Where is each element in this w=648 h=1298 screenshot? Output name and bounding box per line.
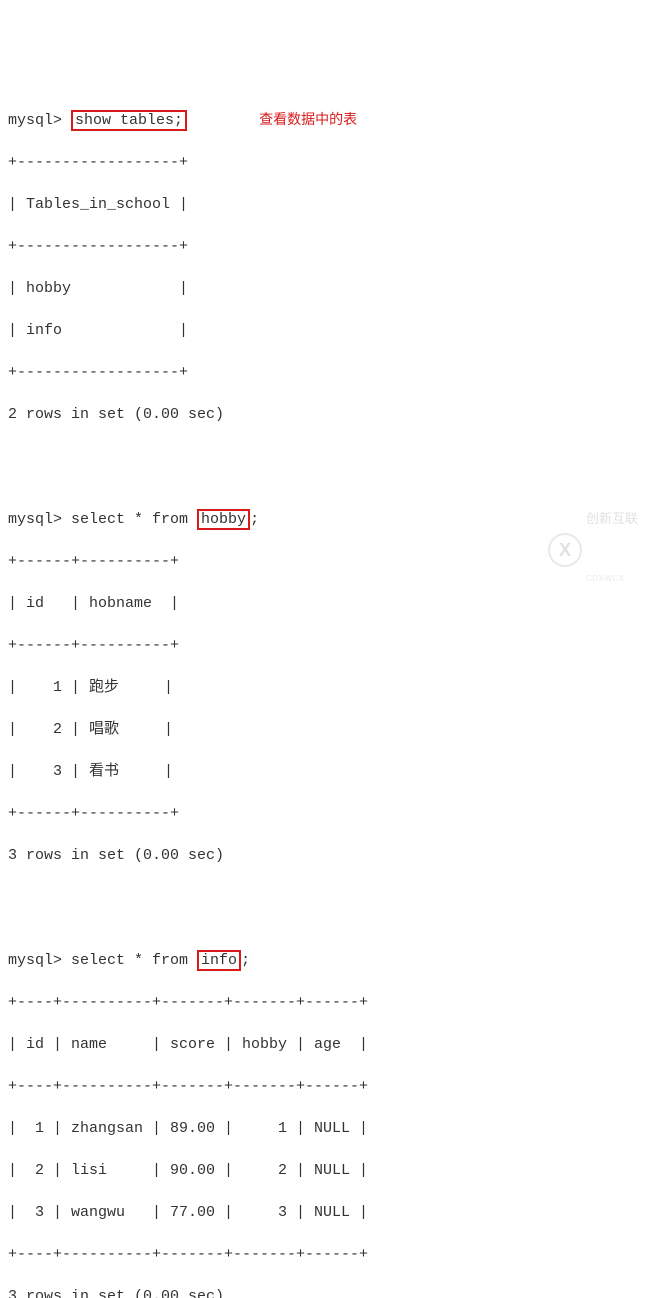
blank-line	[8, 887, 640, 908]
table-border: +------+----------+	[8, 551, 640, 572]
cmd-text: ;	[250, 511, 259, 528]
cmd-highlight-show-tables: show tables;	[71, 110, 187, 131]
cmd-text: ;	[241, 952, 250, 969]
cmd-line-2: mysql> select * from hobby;	[8, 509, 640, 530]
cmd-line-1: mysql> show tables; 查看数据中的表	[8, 109, 640, 131]
watermark-text-wrap: 创新互联 CDXWCX	[586, 470, 638, 631]
table-border: +----+----------+-------+-------+------+	[8, 1244, 640, 1265]
annotation-show-tables: 查看数据中的表	[259, 111, 357, 127]
table-row: | 3 | 看书 |	[8, 761, 640, 782]
table-header: | id | name | score | hobby | age |	[8, 1034, 640, 1055]
table-row: | 1 | zhangsan | 89.00 | 1 | NULL |	[8, 1118, 640, 1139]
prompt: mysql>	[8, 952, 62, 969]
table-border: +----+----------+-------+-------+------+	[8, 992, 640, 1013]
table-row: | 2 | lisi | 90.00 | 2 | NULL |	[8, 1160, 640, 1181]
prompt: mysql>	[8, 511, 62, 528]
blank-line	[8, 446, 640, 467]
table-row: | hobby |	[8, 278, 640, 299]
cmd-highlight-hobby: hobby	[197, 509, 250, 530]
table-border: +------------------+	[8, 236, 640, 257]
table-border: +------+----------+	[8, 803, 640, 824]
result-footer: 3 rows in set (0.00 sec)	[8, 845, 640, 866]
table-border: +----+----------+-------+-------+------+	[8, 1076, 640, 1097]
cmd-highlight-info: info	[197, 950, 241, 971]
table-header: | Tables_in_school |	[8, 194, 640, 215]
table-border: +------+----------+	[8, 635, 640, 656]
result-footer: 2 rows in set (0.00 sec)	[8, 404, 640, 425]
watermark-text: 创新互联	[586, 512, 638, 526]
watermark: X 创新互联 CDXWCX	[548, 470, 638, 631]
cmd-text: select * from	[62, 511, 197, 528]
cmd-text: select * from	[62, 952, 197, 969]
watermark-logo-icon: X	[548, 533, 582, 567]
table-header: | id | hobname |	[8, 593, 640, 614]
prompt: mysql>	[8, 112, 62, 129]
cmd-line-3: mysql> select * from info;	[8, 950, 640, 971]
table-border: +------------------+	[8, 362, 640, 383]
table-row: | 2 | 唱歌 |	[8, 719, 640, 740]
result-footer: 3 rows in set (0.00 sec)	[8, 1286, 640, 1298]
table-row: | 3 | wangwu | 77.00 | 3 | NULL |	[8, 1202, 640, 1223]
watermark-subtext: CDXWCX	[586, 568, 638, 589]
table-row: | 1 | 跑步 |	[8, 677, 640, 698]
table-row: | info |	[8, 320, 640, 341]
table-border: +------------------+	[8, 152, 640, 173]
